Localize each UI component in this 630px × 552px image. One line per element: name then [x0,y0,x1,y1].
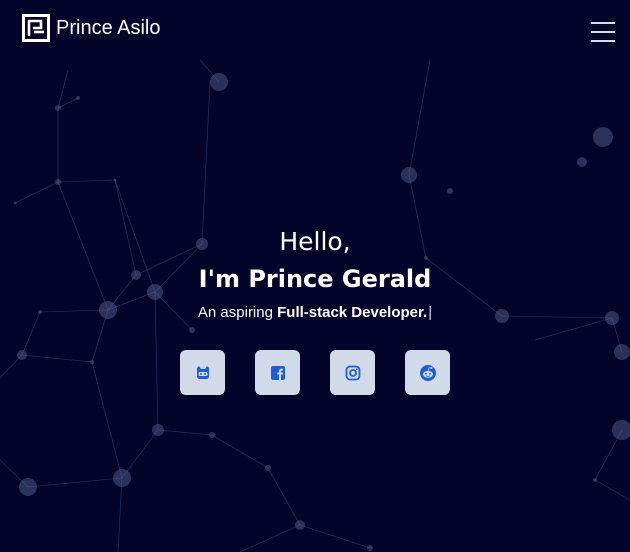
hero-tagline: An aspiring Full-stack Developer.| [0,302,630,324]
instagram-link-button[interactable] [330,350,375,395]
github-icon [196,365,209,379]
brand-home-link[interactable]: Prince Asilo [22,14,161,42]
hero-greeting: Hello, [279,227,351,256]
hero-name: I'm Prince Gerald [198,265,432,293]
top-navbar: Prince Asilo [0,0,630,60]
social-links [180,350,450,395]
brand-name: Prince Asilo [56,17,161,39]
instagram-icon [345,365,360,380]
reddit-icon [419,364,436,381]
facebook-link-button[interactable] [255,350,300,395]
portfolio-page: Prince Asilo Hello, I'm Prince Gerald An… [0,0,630,552]
tagline-prefix: An aspiring [197,304,273,321]
reddit-link-button[interactable] [405,350,450,395]
github-link-button[interactable] [180,350,225,395]
typing-cursor: | [428,304,433,321]
hero-section: Hello, I'm Prince Gerald An aspiring Ful… [0,226,630,324]
pa-monogram-logo-icon [22,14,50,42]
tagline-role: Full-stack Developer. [277,304,428,321]
facebook-icon [270,365,285,380]
hamburger-menu-icon[interactable] [591,22,615,42]
